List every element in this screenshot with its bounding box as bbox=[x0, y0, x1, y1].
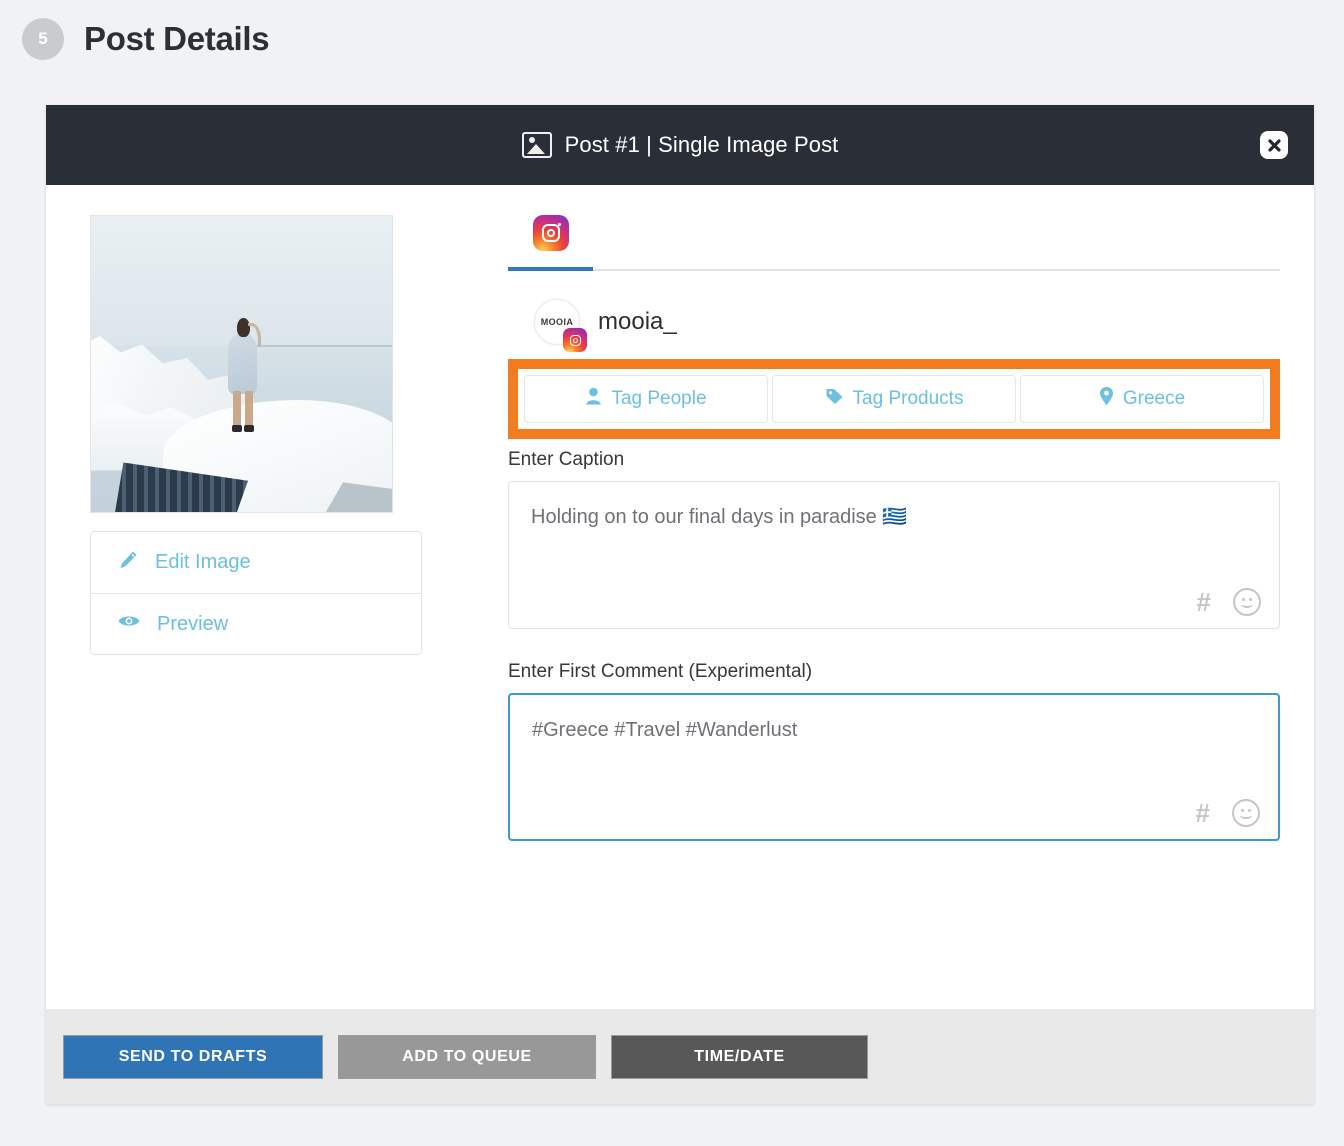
instagram-icon bbox=[563, 328, 587, 352]
eye-icon bbox=[117, 612, 141, 636]
thumbnail-figure-leg-left bbox=[233, 391, 241, 427]
tag-people-button[interactable]: Tag People bbox=[524, 375, 768, 423]
image-icon bbox=[522, 132, 552, 158]
edit-image-label: Edit Image bbox=[155, 551, 251, 574]
preview-button[interactable]: Preview bbox=[91, 593, 421, 654]
close-icon[interactable] bbox=[1260, 131, 1288, 159]
avatar[interactable]: MOOIA bbox=[534, 299, 580, 345]
caption-label: Enter Caption bbox=[508, 449, 1280, 471]
preview-label: Preview bbox=[157, 613, 228, 636]
titlebar-inner: Post #1 | Single Image Post bbox=[522, 132, 839, 158]
right-panel: MOOIA mooia_ bbox=[460, 215, 1280, 1104]
edit-image-button[interactable]: Edit Image bbox=[91, 532, 421, 593]
thumbnail-figure-leg-right bbox=[245, 391, 253, 427]
card-footer: SEND TO DRAFTS ADD TO QUEUE TIME/DATE bbox=[46, 1009, 1314, 1104]
first-comment-label: Enter First Comment (Experimental) bbox=[508, 661, 1280, 683]
hashtag-icon[interactable]: # bbox=[1197, 589, 1211, 615]
page-title: Post Details bbox=[84, 20, 269, 58]
caption-value: Holding on to our final days in paradise… bbox=[509, 482, 1279, 531]
location-label: Greece bbox=[1123, 388, 1185, 410]
thumbnail-figure-shoe-left bbox=[232, 425, 242, 433]
person-icon bbox=[585, 387, 602, 411]
card-titlebar: Post #1 | Single Image Post bbox=[46, 105, 1314, 185]
avatar-label: MOOIA bbox=[541, 317, 574, 327]
post-thumbnail[interactable] bbox=[90, 215, 393, 513]
left-panel: Edit Image Preview bbox=[90, 215, 460, 1104]
step-badge: 5 bbox=[22, 18, 64, 60]
card-title: Post #1 | Single Image Post bbox=[565, 132, 839, 158]
post-details-card: Post #1 | Single Image Post bbox=[46, 105, 1314, 1104]
network-tabs bbox=[508, 215, 1280, 271]
account-username: mooia_ bbox=[598, 308, 677, 336]
left-actions: Edit Image Preview bbox=[90, 531, 422, 655]
tag-products-label: Tag Products bbox=[853, 388, 964, 410]
account-row: MOOIA mooia_ bbox=[508, 299, 1280, 345]
tag-buttons-highlight: Tag People Tag Products bbox=[508, 359, 1280, 439]
page-header: 5 Post Details bbox=[22, 18, 269, 60]
first-comment-value: #Greece #Travel #Wanderlust bbox=[510, 695, 1278, 744]
caption-input[interactable]: Holding on to our final days in paradise… bbox=[508, 481, 1280, 629]
first-comment-tools: # bbox=[1196, 799, 1260, 827]
time-date-button[interactable]: TIME/DATE bbox=[611, 1035, 868, 1079]
smiley-icon[interactable] bbox=[1232, 799, 1260, 827]
smiley-icon[interactable] bbox=[1233, 588, 1261, 616]
tab-instagram[interactable] bbox=[508, 215, 593, 269]
add-to-queue-button[interactable]: ADD TO QUEUE bbox=[338, 1035, 596, 1079]
hashtag-icon[interactable]: # bbox=[1196, 800, 1210, 826]
location-button[interactable]: Greece bbox=[1020, 375, 1264, 423]
pencil-icon bbox=[117, 549, 139, 577]
card-body: Edit Image Preview bbox=[46, 185, 1314, 1104]
send-to-drafts-button[interactable]: SEND TO DRAFTS bbox=[63, 1035, 323, 1079]
caption-tools: # bbox=[1197, 588, 1261, 616]
tag-buttons-row: Tag People Tag Products bbox=[524, 375, 1264, 423]
thumbnail-figure-shoe-right bbox=[244, 425, 254, 433]
location-pin-icon bbox=[1099, 386, 1114, 412]
instagram-icon bbox=[533, 215, 569, 251]
tag-products-button[interactable]: Tag Products bbox=[772, 375, 1016, 423]
tag-people-label: Tag People bbox=[611, 388, 706, 410]
tag-icon bbox=[825, 387, 844, 411]
first-comment-input[interactable]: #Greece #Travel #Wanderlust # bbox=[508, 693, 1280, 841]
